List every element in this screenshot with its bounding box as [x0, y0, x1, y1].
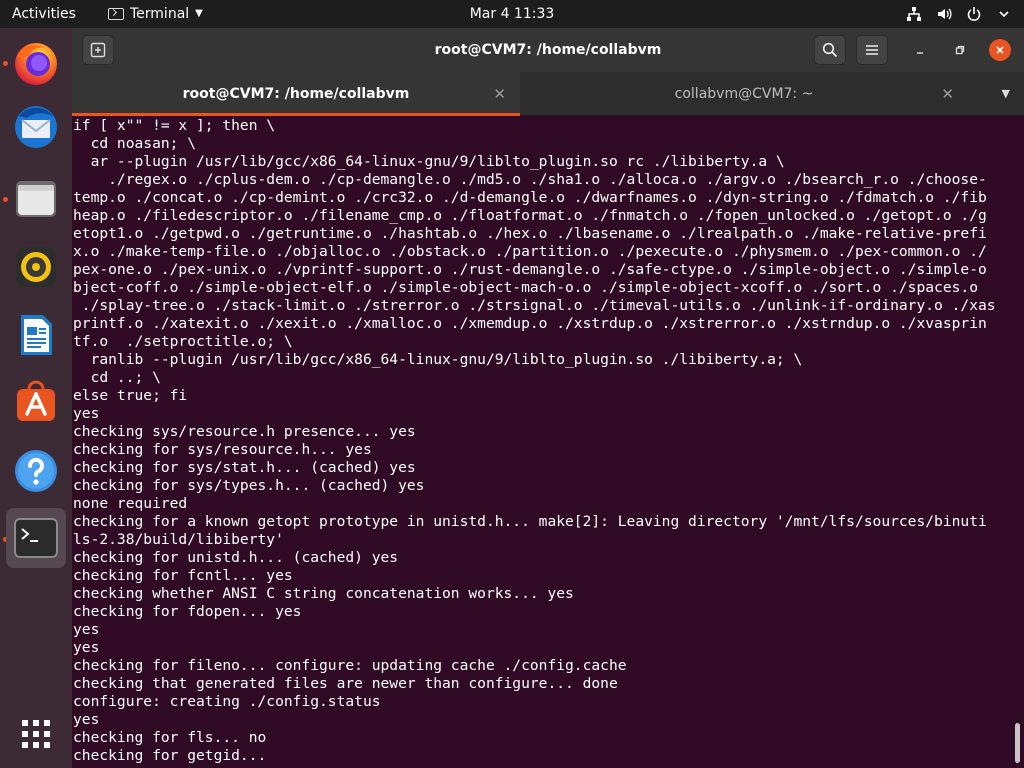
activities-button[interactable]: Activities	[12, 0, 76, 28]
terminal-line: yes	[73, 639, 100, 656]
terminal-line: printf.o ./xatexit.o ./xexit.o ./xmalloc…	[73, 315, 987, 332]
window-header-bar[interactable]: root@CVM7: /home/collabvm	[72, 28, 1024, 72]
terminal-line: checking for sys/types.h... (cached) yes	[73, 477, 425, 494]
grid-icon	[22, 720, 50, 748]
terminal-line: x.o ./make-temp-file.o ./objalloc.o ./ob…	[73, 243, 987, 260]
terminal-line: checking for fdopen... yes	[73, 603, 302, 620]
chevron-down-icon[interactable]	[996, 6, 1012, 22]
terminal-line: bject-coff.o ./simple-object-elf.o ./sim…	[73, 279, 978, 296]
terminal-line: else true; fi	[73, 387, 188, 404]
terminal-output: if [ x"" != x ]; then \ cd noasan; \ ar …	[73, 117, 1013, 765]
terminal-line: ./regex.o ./cplus-dem.o ./cp-demangle.o …	[73, 171, 987, 188]
restore-icon	[955, 45, 965, 55]
terminal-line: ar --plugin /usr/lib/gcc/x86_64-linux-gn…	[73, 153, 785, 170]
terminal-line: checking for fcntl... yes	[73, 567, 293, 584]
hamburger-menu-icon	[866, 45, 878, 55]
terminal-line: configure: creating ./config.status	[73, 693, 381, 710]
show-applications-button[interactable]	[6, 704, 66, 764]
terminal-line: heap.o ./filedescriptor.o ./filename_cmp…	[73, 207, 987, 224]
search-button[interactable]	[814, 35, 846, 65]
terminal-line: temp.o ./concat.o ./cp-demint.o ./crc32.…	[73, 189, 987, 206]
terminal-view[interactable]: if [ x"" != x ]; then \ cd noasan; \ ar …	[72, 116, 1024, 768]
dock-rhythmbox[interactable]	[6, 237, 66, 297]
thunderbird-icon	[15, 106, 57, 148]
terminal-line: checking for getgid...	[73, 747, 267, 764]
dock-terminal[interactable]	[6, 508, 66, 568]
terminal-line: tf.o ./setproctitle.o; \	[73, 333, 293, 350]
tab-collabvm-home[interactable]: collabvm@CVM7: ~ ✕	[520, 72, 968, 116]
terminal-line: none required	[73, 495, 188, 512]
help-icon	[15, 450, 57, 492]
tab-bar: root@CVM7: /home/collabvm ✕ collabvm@CVM…	[72, 72, 1024, 116]
close-icon	[996, 46, 1004, 54]
tab-label: collabvm@CVM7: ~	[674, 86, 814, 102]
firefox-icon	[15, 43, 57, 85]
dock-software[interactable]	[6, 371, 66, 431]
menu-button[interactable]	[856, 35, 888, 65]
terminal-line: checking for sys/resource.h... yes	[73, 441, 372, 458]
files-icon	[16, 181, 56, 217]
dock-writer[interactable]	[6, 305, 66, 365]
top-bar: Activities Terminal ▼ Mar 4 11:33	[0, 0, 1024, 28]
maximize-button[interactable]	[949, 39, 971, 61]
terminal-line: yes	[73, 711, 100, 728]
clock[interactable]: Mar 4 11:33	[470, 6, 555, 22]
minimize-icon	[917, 52, 923, 54]
terminal-line: checking for fileno... configure: updati…	[73, 657, 627, 674]
terminal-line: checking for unistd.h... (cached) yes	[73, 549, 399, 566]
terminal-line: cd ..; \	[73, 369, 161, 386]
dock-files[interactable]	[6, 169, 66, 229]
dock-thunderbird[interactable]	[6, 97, 66, 157]
writer-icon	[21, 315, 52, 355]
power-icon[interactable]	[966, 6, 982, 22]
terminal-line: yes	[73, 405, 100, 422]
terminal-line: checking sys/resource.h presence... yes	[73, 423, 416, 440]
scrollbar[interactable]	[1015, 723, 1020, 763]
app-menu-label: Terminal	[130, 6, 190, 22]
tab-root-collabvm[interactable]: root@CVM7: /home/collabvm ✕	[72, 72, 520, 116]
tab-list-dropdown[interactable]: ▼	[1002, 72, 1010, 116]
terminal-line: yes	[73, 621, 100, 638]
search-icon	[822, 42, 838, 58]
terminal-line: cd noasan; \	[73, 135, 197, 152]
close-tab-icon[interactable]: ✕	[493, 72, 506, 116]
dock	[0, 28, 72, 768]
tab-label: root@CVM7: /home/collabvm	[182, 86, 410, 102]
terminal-line: ./splay-tree.o ./stack-limit.o ./strerro…	[73, 297, 996, 314]
software-icon	[17, 380, 55, 421]
terminal-line: ls-2.38/build/libiberty'	[73, 531, 284, 548]
minimize-button[interactable]	[909, 39, 931, 61]
terminal-line: checking whether ANSI C string concatena…	[73, 585, 574, 602]
system-tray[interactable]	[906, 0, 1012, 28]
rhythmbox-icon	[16, 247, 56, 287]
terminal-line: if [ x"" != x ]; then \	[73, 117, 276, 134]
terminal-app-icon	[108, 8, 124, 20]
terminal-line: checking for sys/stat.h... (cached) yes	[73, 459, 416, 476]
terminal-line: checking for a known getopt prototype in…	[73, 513, 987, 530]
new-tab-icon	[90, 42, 106, 58]
terminal-line: etopt1.o ./getpwd.o ./getruntime.o ./has…	[73, 225, 987, 242]
terminal-line: checking that generated files are newer …	[73, 675, 618, 692]
network-icon[interactable]	[906, 6, 922, 22]
dock-help[interactable]	[6, 441, 66, 501]
terminal-line: ranlib --plugin /usr/lib/gcc/x86_64-linu…	[73, 351, 803, 368]
app-menu[interactable]: Terminal ▼	[108, 0, 203, 28]
terminal-line: checking for fls... no	[73, 729, 267, 746]
close-window-button[interactable]	[989, 39, 1011, 61]
chevron-down-icon: ▼	[195, 8, 203, 19]
new-tab-button[interactable]	[82, 35, 114, 65]
close-tab-icon[interactable]: ✕	[941, 72, 954, 116]
terminal-line: pex-one.o ./pex-unix.o ./vprintf-support…	[73, 261, 987, 278]
terminal-icon	[14, 518, 58, 558]
volume-icon[interactable]	[936, 6, 952, 22]
dock-firefox[interactable]	[6, 33, 66, 93]
